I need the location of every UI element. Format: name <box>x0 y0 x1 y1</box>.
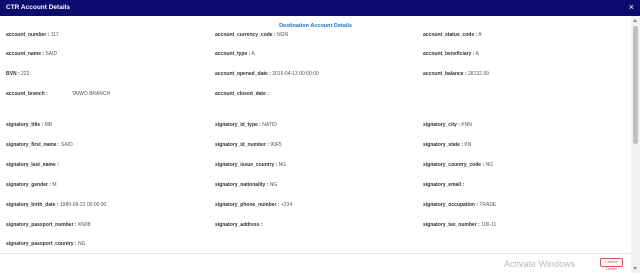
scroll-down-icon[interactable] <box>633 267 637 270</box>
field-label: signatory_phone_number : <box>215 202 280 208</box>
field-signatory-gender: signatory_gender : M <box>6 182 57 188</box>
field-label: account_status_code : <box>423 32 478 38</box>
field-label: signatory_email : <box>423 182 465 188</box>
field-account-opened-date: account_opened_date : 2015-04-13 00:00:0… <box>215 71 319 77</box>
field-account-branch: account_branch : TAIWO BRANCH <box>6 91 110 97</box>
close-icon[interactable]: × <box>629 2 634 13</box>
field-label: signatory_nationality : <box>215 182 269 188</box>
field-value: KN <box>463 142 472 148</box>
field-label: signatory_id_type : <box>215 122 261 128</box>
field-signatory-tax-number: signatory_tax_number : 100-11 <box>423 222 496 228</box>
field-value: 28132.99 <box>466 71 489 77</box>
dismiss-details-button[interactable]: Dismiss Details <box>600 258 623 271</box>
field-account-name: account_name : SAID <box>6 51 57 57</box>
field-label: signatory_state : <box>423 142 464 148</box>
field-label: account_number : <box>6 32 50 38</box>
field-value: 222 <box>19 71 30 77</box>
field-value: SAID <box>59 142 73 148</box>
vertical-scrollbar[interactable] <box>631 16 640 273</box>
field-value: KNN <box>459 122 472 128</box>
field-value: 100-11 <box>479 222 497 228</box>
field-label: signatory_birth_date : <box>6 202 59 208</box>
field-label: signatory_city : <box>423 122 460 128</box>
field-label: signatory_id_number : <box>215 142 269 148</box>
field-label: signatory_passport_country : <box>6 241 77 247</box>
field-account-number: account_number : 117 <box>6 32 59 38</box>
modal-title: CTR Account Details <box>6 4 71 11</box>
field-value: NGN <box>275 32 289 38</box>
field-value: NG <box>484 162 494 168</box>
field-label: account_type : <box>215 51 251 57</box>
field-signatory-country-code: signatory_country_code : NG <box>423 162 493 168</box>
field-value: A <box>474 51 479 57</box>
field-signatory-id-number: signatory_id_number : 90F5 <box>215 142 282 148</box>
field-label: signatory_address : <box>215 222 263 228</box>
field-label: BVN : <box>6 71 20 77</box>
field-account-beneficiary: account_beneficiary : A <box>423 51 479 57</box>
field-label: signatory_occupation : <box>423 202 479 208</box>
field-value: 2015-04-13 00:00:00 <box>270 71 319 77</box>
field-value: TRADE <box>478 202 497 208</box>
field-signatory-occupation: signatory_occupation : TRADE <box>423 202 496 208</box>
modal-titlebar: CTR Account Details × <box>0 0 640 16</box>
field-signatory-passport-number: signatory_passport_number : KN08 <box>6 222 90 228</box>
field-account-balance: account_balance : 28132.99 <box>423 71 489 77</box>
field-signatory-phone-number: signatory_phone_number : +234 <box>215 202 292 208</box>
field-signatory-passport-country: signatory_passport_country : NG <box>6 241 85 247</box>
field-signatory-address: signatory_address : <box>215 222 263 228</box>
field-account-closed-date: account_closed_date : <box>215 91 269 97</box>
field-value: NG <box>277 162 287 168</box>
field-signatory-birth-date: signatory_birth_date : 1980-09-22 00:00:… <box>6 202 106 208</box>
field-label: signatory_gender : <box>6 182 52 188</box>
field-value: A <box>477 32 482 38</box>
field-label: account_balance : <box>423 71 467 77</box>
section-title: Destination Account Details <box>279 23 352 29</box>
field-value: NATID <box>260 122 277 128</box>
modal-body: Destination Account Details account_numb… <box>0 16 631 253</box>
field-label: account_branch : <box>6 91 48 97</box>
field-account-currency-code: account_currency_code : NGN <box>215 32 288 38</box>
field-signatory-first-name: signatory_first_name : SAID <box>6 142 73 148</box>
field-account-type: account_type : A <box>215 51 255 57</box>
field-account-status-code: account_status_code : A <box>423 32 482 38</box>
field-value: 1980-09-22 00:00:00 <box>58 202 107 208</box>
field-label: signatory_last_name : <box>6 162 59 168</box>
field-bvn: BVN : 222 <box>6 71 29 77</box>
field-signatory-state: signatory_state : KN <box>423 142 471 148</box>
field-label: signatory_country_code : <box>423 162 485 168</box>
field-value: KN08 <box>76 222 91 228</box>
field-label: account_closed_date : <box>215 91 269 97</box>
field-label: signatory_first_name : <box>6 142 60 148</box>
field-value: NG <box>76 241 86 247</box>
field-signatory-nationality: signatory_nationality : NG <box>215 182 277 188</box>
field-value: SAID <box>44 51 58 57</box>
scroll-up-icon[interactable] <box>633 19 637 22</box>
field-label: account_beneficiary : <box>423 51 475 57</box>
field-value: 117 <box>49 32 59 38</box>
field-label: signatory_passport_number : <box>6 222 77 228</box>
field-value: MR <box>43 122 53 128</box>
field-value: M <box>51 182 57 188</box>
activate-windows-watermark: Activate Windows <box>504 259 576 269</box>
field-label: signatory_issue_country : <box>215 162 278 168</box>
field-signatory-id-type: signatory_id_type : NATID <box>215 122 277 128</box>
field-signatory-issue-country: signatory_issue_country : NG <box>215 162 286 168</box>
field-label: account_opened_date : <box>215 71 271 77</box>
field-value: TAIWO BRANCH <box>71 91 111 97</box>
field-value: NG <box>268 182 278 188</box>
field-label: signatory_tax_number : <box>423 222 480 228</box>
field-value: 90F5 <box>268 142 282 148</box>
field-signatory-email: signatory_email : <box>423 182 464 188</box>
field-signatory-city: signatory_city : KNN <box>423 122 472 128</box>
field-value: +234 <box>279 202 293 208</box>
field-signatory-last-name: signatory_last_name : <box>6 162 59 168</box>
scrollbar-thumb[interactable] <box>633 26 638 144</box>
field-signatory-title: signatory_title : MR <box>6 122 52 128</box>
field-value: A <box>250 51 255 57</box>
field-label: account_currency_code : <box>215 32 276 38</box>
field-label: signatory_title : <box>6 122 44 128</box>
field-label: account_name : <box>6 51 45 57</box>
